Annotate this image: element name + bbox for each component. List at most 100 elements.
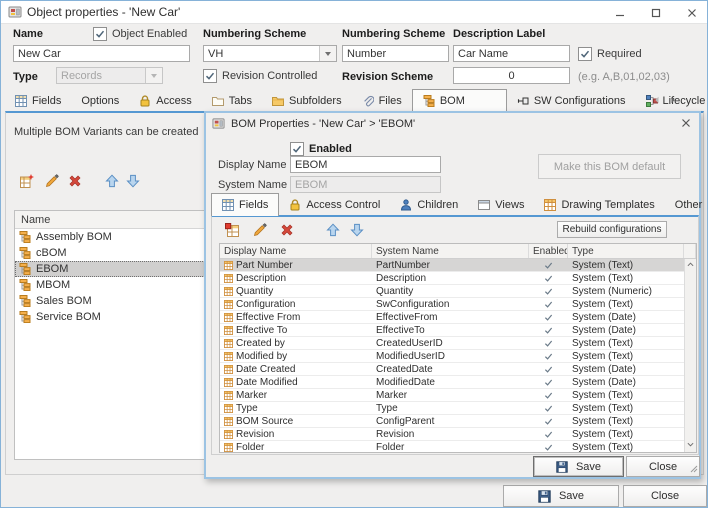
table-row[interactable]: BOM SourceConfigParentSystem (Text) [220,415,684,428]
cell-system-name: SwConfiguration [372,299,529,310]
cell-display-name: Revision [220,429,372,440]
table-row[interactable]: ConfigurationSwConfigurationSystem (Text… [220,298,684,311]
minimize-button[interactable] [607,4,633,21]
table-row[interactable]: TypeTypeSystem (Text) [220,402,684,415]
table-row[interactable]: FolderFolderSystem (Text) [220,441,684,452]
revision-scheme-field[interactable] [453,67,570,84]
edit-pencil-icon[interactable] [252,222,268,238]
column-header-label: System Name [376,246,439,257]
cell-enabled [529,339,568,348]
numbering-scheme2-label: Numbering Scheme [342,28,445,40]
check-small-icon [544,261,553,270]
cell-type: System (Text) [568,351,684,362]
resize-grip[interactable] [690,464,698,476]
numbering-scheme1-combo[interactable]: VH [203,45,337,62]
table-row[interactable]: RevisionRevisionSystem (Text) [220,428,684,441]
tab-tabs[interactable]: Tabs [202,90,262,112]
drawing-table-icon [544,199,556,211]
save-button[interactable]: Save [503,485,619,507]
cell-type: System (Text) [568,260,684,271]
new-field-icon[interactable] [224,222,240,238]
cell-display-name-text: Part Number [236,260,293,271]
cell-type: System (Text) [568,429,684,440]
table-row[interactable]: Date ModifiedModifiedDateSystem (Date) [220,376,684,389]
table-row[interactable]: Modified byModifiedUserIDSystem (Text) [220,350,684,363]
tab-options[interactable]: Options [71,90,129,112]
system-name-field [290,176,441,193]
tab-label: Access [156,95,191,107]
tab-access[interactable]: Access [129,90,201,112]
tab-sw-configurations[interactable]: SW Configurations [507,90,636,112]
table-row[interactable]: QuantityQuantitySystem (Numeric) [220,285,684,298]
tab-drawing-templates[interactable]: Drawing Templates [534,194,664,216]
table-row[interactable]: Date CreatedCreatedDateSystem (Date) [220,363,684,376]
dialog-close-button[interactable]: Close [626,456,700,477]
dialog-save-button[interactable]: Save [533,456,624,477]
cell-system-name: ModifiedUserID [372,351,529,362]
column-header-label: Enabled [533,246,568,257]
maximize-button[interactable] [643,4,669,21]
edit-pencil-icon[interactable] [44,173,60,189]
required-checkbox[interactable]: Required [578,47,642,61]
tab-label: Children [417,199,458,211]
table-scrollbar[interactable] [684,259,696,452]
tab-access-control[interactable]: Access Control [279,194,390,216]
tab-label: Other [675,199,703,211]
checkbox-icon [203,69,217,83]
enabled-checkbox[interactable]: Enabled [290,142,352,156]
numbering-scheme2-field[interactable] [342,45,449,62]
tab-bom[interactable]: BOM [412,89,507,112]
tab-views[interactable]: Views [468,194,534,216]
table-row[interactable]: DescriptionDescriptionSystem (Text) [220,272,684,285]
rebuild-configurations-button[interactable]: Rebuild configurations [557,221,667,238]
description-label-field[interactable] [453,45,570,62]
window-title: Object properties - 'New Car' [27,5,180,19]
move-down-icon[interactable] [349,222,365,238]
scroll-up-icon[interactable] [687,260,694,271]
dialog-titlebar: BOM Properties - 'New Car' > 'EBOM' [206,113,699,135]
rebuild-configurations-label: Rebuild configurations [563,224,662,235]
move-up-icon[interactable] [104,173,120,189]
new-bom-icon[interactable] [19,173,35,189]
bom-icon [19,263,31,275]
close-button[interactable] [679,4,705,21]
cell-type: System (Numeric) [568,286,684,297]
tab-subfolders[interactable]: Subfolders [262,90,352,112]
object-enabled-checkbox[interactable]: Object Enabled [93,27,187,41]
tab-children[interactable]: Children [390,194,468,216]
column-header-enabled[interactable]: Enabled [529,244,568,258]
tab-fields[interactable]: Fields [211,193,279,216]
column-header-type[interactable]: Type [568,244,684,258]
delete-icon[interactable] [67,173,83,189]
table-row[interactable]: Created byCreatedUserIDSystem (Text) [220,337,684,350]
table-row[interactable]: MarkerMarkerSystem (Text) [220,389,684,402]
table-row[interactable]: Effective FromEffectiveFromSystem (Date) [220,311,684,324]
column-header-display-name[interactable]: Display Name [220,244,372,258]
tab-fields[interactable]: Fields [5,90,71,112]
name-field[interactable] [13,45,190,62]
delete-icon[interactable] [279,222,295,238]
tab-scroll-right-icon[interactable] [669,95,677,107]
cell-system-name: Folder [372,442,529,453]
tab-files[interactable]: Files [352,90,412,112]
cell-enabled [529,391,568,400]
move-up-icon[interactable] [325,222,341,238]
close-button-footer[interactable]: Close [623,485,707,507]
combo-dropdown-button[interactable] [319,46,336,61]
table-row[interactable]: Effective ToEffectiveToSystem (Date) [220,324,684,337]
table-row[interactable]: Part NumberPartNumberSystem (Text) [220,259,684,272]
bom-icon [19,279,31,291]
dialog-close-icon[interactable] [681,118,691,131]
drawing-table-icon [224,352,233,361]
fields-table-header: Display Name System Name EnabledType [220,244,696,259]
cell-display-name: Quantity [220,286,372,297]
tab-scroll-left-icon[interactable] [653,95,661,107]
dialog-save-label: Save [576,461,601,473]
table-icon [222,199,234,211]
move-down-icon[interactable] [125,173,141,189]
column-header-system-name[interactable]: System Name [372,244,529,258]
tab-other[interactable]: Other [665,194,708,216]
revision-controlled-checkbox[interactable]: Revision Controlled [203,69,317,83]
scroll-down-icon[interactable] [687,440,694,451]
display-name-field[interactable] [290,156,441,173]
